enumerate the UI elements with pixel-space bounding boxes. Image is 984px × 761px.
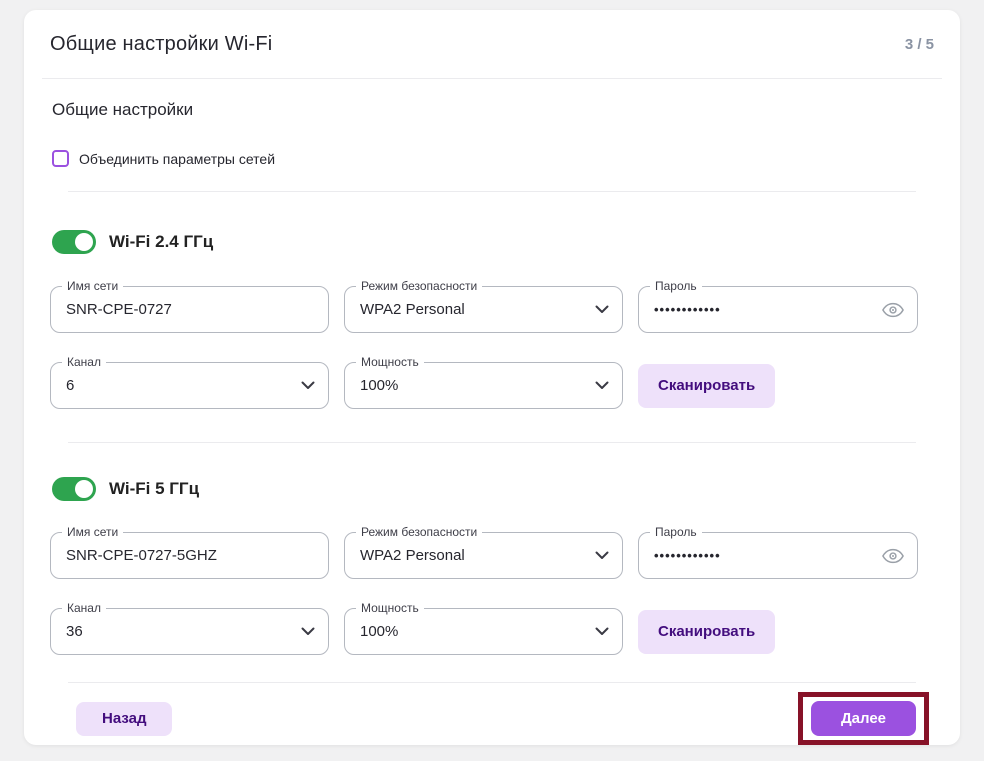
checkbox-box-icon[interactable] — [52, 150, 69, 167]
wifi24-fields-row2: Канал 6 Мощность 100% Сканировать — [50, 362, 934, 409]
step-indicator: 3 / 5 — [905, 36, 934, 53]
chevron-down-icon — [301, 623, 315, 641]
wifi5-ssid-input[interactable] — [51, 533, 328, 578]
wifi-settings-page: { "header": { "title": "Общие настройки … — [0, 0, 984, 761]
card-header: Общие настройки Wi-Fi 3 / 5 — [24, 10, 960, 78]
wifi24-power-select[interactable]: Мощность 100% — [344, 362, 623, 409]
wifi5-password-input[interactable] — [639, 533, 917, 578]
wifi24-password-field: Пароль — [638, 286, 918, 333]
next-button[interactable]: Далее — [811, 701, 916, 736]
wifi5-fields-row2: Канал 36 Мощность 100% Сканировать — [50, 608, 934, 655]
password-label: Пароль — [650, 279, 702, 293]
wifi5-fields-row1: Имя сети Режим безопасности WPA2 Persona… — [50, 532, 934, 579]
security-value: WPA2 Personal — [345, 547, 465, 564]
section-divider — [68, 191, 916, 192]
checkbox-label: Объединить параметры сетей — [79, 151, 275, 167]
power-value: 100% — [345, 623, 398, 640]
content: Общие настройки Объединить параметры сет… — [24, 100, 960, 745]
chevron-down-icon — [595, 377, 609, 395]
wifi5-ssid-field: Имя сети — [50, 532, 329, 579]
wifi24-fields-row1: Имя сети Режим безопасности WPA2 Persona… — [50, 286, 934, 333]
chevron-down-icon — [301, 377, 315, 395]
channel-value: 6 — [51, 377, 74, 394]
wifi24-toggle[interactable] — [52, 230, 96, 254]
wifi24-toggle-row: Wi-Fi 2.4 ГГц — [52, 230, 934, 254]
password-label: Пароль — [650, 525, 702, 539]
toggle-knob — [75, 233, 93, 251]
wifi5-label: Wi-Fi 5 ГГц — [109, 479, 199, 499]
wifi24-label: Wi-Fi 2.4 ГГц — [109, 232, 213, 252]
channel-label: Канал — [62, 601, 106, 615]
wifi5-scan-wrap: Сканировать — [638, 608, 918, 655]
wifi24-security-select[interactable]: Режим безопасности WPA2 Personal — [344, 286, 623, 333]
wifi5-power-select[interactable]: Мощность 100% — [344, 608, 623, 655]
section-heading: Общие настройки — [52, 100, 934, 120]
wifi5-toggle-row: Wi-Fi 5 ГГц — [52, 477, 934, 501]
wifi24-password-input[interactable] — [639, 287, 917, 332]
footer-divider — [68, 682, 916, 683]
security-value: WPA2 Personal — [345, 301, 465, 318]
wizard-card: Общие настройки Wi-Fi 3 / 5 Общие настро… — [24, 10, 960, 745]
wifi5-toggle[interactable] — [52, 477, 96, 501]
highlight-annotation-box: Далее — [798, 692, 929, 745]
wifi24-ssid-field: Имя сети — [50, 286, 329, 333]
wifi24-scan-wrap: Сканировать — [638, 362, 918, 409]
chevron-down-icon — [595, 547, 609, 565]
page-title: Общие настройки Wi-Fi — [50, 33, 272, 56]
chevron-down-icon — [595, 623, 609, 641]
footer: Назад Далее — [50, 692, 934, 745]
power-label: Мощность — [356, 355, 424, 369]
channel-label: Канал — [62, 355, 106, 369]
security-label: Режим безопасности — [356, 525, 482, 539]
merge-networks-checkbox[interactable]: Объединить параметры сетей — [52, 150, 275, 167]
power-value: 100% — [345, 377, 398, 394]
security-label: Режим безопасности — [356, 279, 482, 293]
channel-value: 36 — [51, 623, 83, 640]
ssid-label: Имя сети — [62, 525, 123, 539]
back-button[interactable]: Назад — [76, 702, 172, 736]
wifi24-scan-button[interactable]: Сканировать — [638, 364, 775, 408]
toggle-knob — [75, 480, 93, 498]
wifi24-channel-select[interactable]: Канал 6 — [50, 362, 329, 409]
ssid-label: Имя сети — [62, 279, 123, 293]
chevron-down-icon — [595, 301, 609, 319]
wifi5-channel-select[interactable]: Канал 36 — [50, 608, 329, 655]
wifi5-security-select[interactable]: Режим безопасности WPA2 Personal — [344, 532, 623, 579]
power-label: Мощность — [356, 601, 424, 615]
wifi5-password-field: Пароль — [638, 532, 918, 579]
wifi24-ssid-input[interactable] — [51, 287, 328, 332]
eye-icon[interactable] — [882, 302, 904, 318]
band-divider — [68, 442, 916, 443]
header-divider — [42, 78, 942, 79]
wifi5-scan-button[interactable]: Сканировать — [638, 610, 775, 654]
eye-icon[interactable] — [882, 548, 904, 564]
